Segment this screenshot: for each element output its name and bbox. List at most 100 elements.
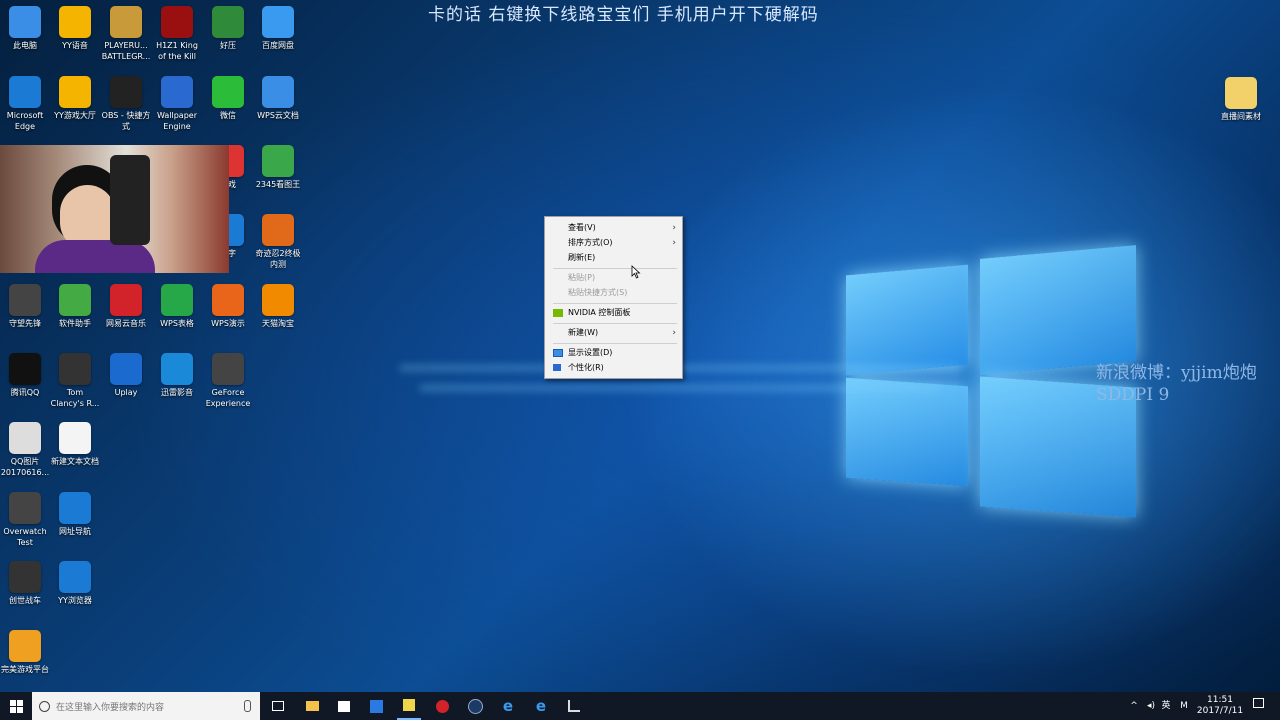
taskbar-netease-music[interactable] (430, 692, 454, 720)
desktop-icon[interactable]: YY语音 (50, 6, 100, 51)
taskbar-explorer[interactable] (300, 692, 324, 720)
desktop-icon[interactable]: Wallpaper Engine (152, 76, 202, 132)
taskbar-app-tool[interactable] (562, 692, 586, 720)
desktop-icon-label: YY语音 (62, 41, 88, 50)
image-viewer-icon (262, 145, 294, 177)
taskbar-app-notes[interactable] (397, 692, 421, 720)
desktop-icon[interactable]: WPS演示 (203, 284, 253, 329)
desktop-icon[interactable]: 迅雷影音 (152, 353, 202, 398)
desktop-icon[interactable]: 网易云音乐 (101, 284, 151, 329)
volume-icon[interactable]: ◂) (1144, 692, 1158, 720)
edge-icon: e (502, 697, 514, 715)
desktop-icon[interactable]: QQ图片 20170616... (0, 422, 50, 478)
menu-separator (553, 323, 677, 324)
desktop-icon[interactable]: 微信 (203, 76, 253, 121)
menu-item-display-settings[interactable]: 显示设置(D) (545, 346, 682, 360)
mouse-cursor-icon (631, 265, 641, 279)
app-helper-icon (59, 284, 91, 316)
desktop-icon[interactable]: OBS - 快捷方式 (101, 76, 151, 132)
desktop-icon[interactable]: YY浏览器 (50, 561, 100, 606)
tray-lang[interactable]: 英 (1160, 692, 1172, 720)
taskbar-edge-1[interactable]: e (496, 692, 520, 720)
tray-chevron-up-icon[interactable]: ^ (1128, 692, 1140, 720)
uplay-icon (110, 353, 142, 385)
taskbar-steam[interactable] (463, 692, 487, 720)
desktop-icon[interactable]: WPS表格 (152, 284, 202, 329)
chevron-right-icon: › (672, 238, 676, 248)
start-button[interactable] (0, 692, 32, 720)
light-beam (420, 385, 940, 391)
menu-separator (553, 303, 677, 304)
taskbar: 在这里输入你要搜索的内容 e e ^ ◂) 英 M 11:51 2017/7/1… (0, 692, 1280, 720)
menu-item-sort[interactable]: 排序方式(O) › (545, 236, 682, 250)
h1z1-icon (161, 6, 193, 38)
search-placeholder: 在这里输入你要搜索的内容 (56, 702, 165, 713)
desktop-icon-label: 守望先锋 (9, 319, 41, 328)
qq-icon (9, 353, 41, 385)
pubg-icon (110, 6, 142, 38)
menu-item-new[interactable]: 新建(W) › (545, 326, 682, 340)
taskbar-edge-2[interactable]: e (529, 692, 553, 720)
desktop-icon[interactable]: 好压 (203, 6, 253, 51)
desktop-icon-label: 百度网盘 (262, 41, 294, 50)
desktop-icon-label: 腾讯QQ (10, 388, 40, 397)
menu-item-nvidia[interactable]: NVIDIA 控制面板 (545, 306, 682, 320)
menu-item-personalize[interactable]: 个性化(R) (545, 361, 682, 375)
desktop-icon-label: GeForce Experience (205, 388, 251, 408)
desktop-icon[interactable]: 奇迹忍2终极内测 (253, 214, 303, 270)
chevron-right-icon: › (672, 328, 676, 338)
desktop-icon[interactable]: Uplay (101, 353, 151, 398)
store-icon (338, 700, 350, 712)
desktop-icon[interactable]: 完美游戏平台 (0, 630, 50, 675)
ime-icon[interactable]: M (1177, 692, 1191, 720)
desktop-icon[interactable]: Overwatch Test (0, 492, 50, 548)
desktop-icon-label: 新建文本文档 (51, 457, 99, 466)
notification-icon[interactable] (1250, 692, 1266, 720)
desktop-icon[interactable]: 网址导航 (50, 492, 100, 537)
desktop-icon[interactable]: H1Z1 King of the Kill (152, 6, 202, 62)
desktop-icon[interactable]: 创世战车 (0, 561, 50, 606)
desktop-icon[interactable]: 新建文本文档 (50, 422, 100, 467)
menu-item-refresh[interactable]: 刷新(E) (545, 251, 682, 265)
desktop-icon[interactable]: Tom Clancy's R... (50, 353, 100, 409)
taskbar-search-box[interactable]: 在这里输入你要搜索的内容 (32, 692, 260, 720)
desktop-icon-label: 网易云音乐 (106, 319, 146, 328)
desktop-icon[interactable]: YY游戏大厅 (50, 76, 100, 121)
desktop-icon[interactable]: 软件助手 (50, 284, 100, 329)
desktop-icon[interactable]: 腾讯QQ (0, 353, 50, 398)
geforce-icon (212, 353, 244, 385)
clock[interactable]: 11:51 2017/7/11 (1196, 692, 1244, 720)
desktop-icon-label: Overwatch Test (3, 527, 47, 547)
desktop-icon-label: 直播间素材 (1221, 112, 1261, 121)
desktop-icon[interactable]: Microsoft Edge (0, 76, 50, 132)
clock-date: 2017/7/11 (1196, 706, 1244, 716)
menu-separator (553, 268, 677, 269)
desktop-icon-label: WPS云文档 (257, 111, 299, 120)
desktop-icon[interactable]: WPS云文档 (253, 76, 303, 121)
desktop-icon-label: Wallpaper Engine (156, 111, 197, 131)
menu-item-paste-shortcut[interactable]: 粘贴快捷方式(S) (545, 286, 682, 300)
wps-cloud-icon (262, 76, 294, 108)
edge-icon (9, 76, 41, 108)
notes-icon (403, 699, 415, 711)
menu-item-view[interactable]: 查看(V) › (545, 221, 682, 235)
desktop-icon[interactable]: PLAYERU... BATTLEGR... (101, 6, 151, 62)
wallpaper-icon (161, 76, 193, 108)
image-file-icon (9, 422, 41, 454)
taskbar-store[interactable] (332, 692, 356, 720)
desktop-icon-label: WPS表格 (160, 319, 194, 328)
desktop-icon[interactable]: GeForce Experience (203, 353, 253, 409)
menu-item-paste[interactable]: 粘贴(P) (545, 271, 682, 285)
task-view-button[interactable] (266, 692, 290, 720)
desktop-icon[interactable]: 百度网盘 (253, 6, 303, 51)
webcam-overlay (0, 145, 229, 273)
desktop-icon[interactable]: 2345看图王 (253, 145, 303, 190)
desktop-icon[interactable]: 直播间素材 (1216, 77, 1266, 122)
desktop-icon-label: Tom Clancy's R... (50, 388, 100, 408)
desktop-icon[interactable]: 天猫淘宝 (253, 284, 303, 329)
taskbar-app-blue[interactable] (364, 692, 388, 720)
desktop-icon[interactable]: 守望先锋 (0, 284, 50, 329)
desktop-icon[interactable]: 此电脑 (0, 6, 50, 51)
desktop-icon-label: 迅雷影音 (161, 388, 193, 397)
microphone-icon[interactable] (244, 700, 251, 712)
